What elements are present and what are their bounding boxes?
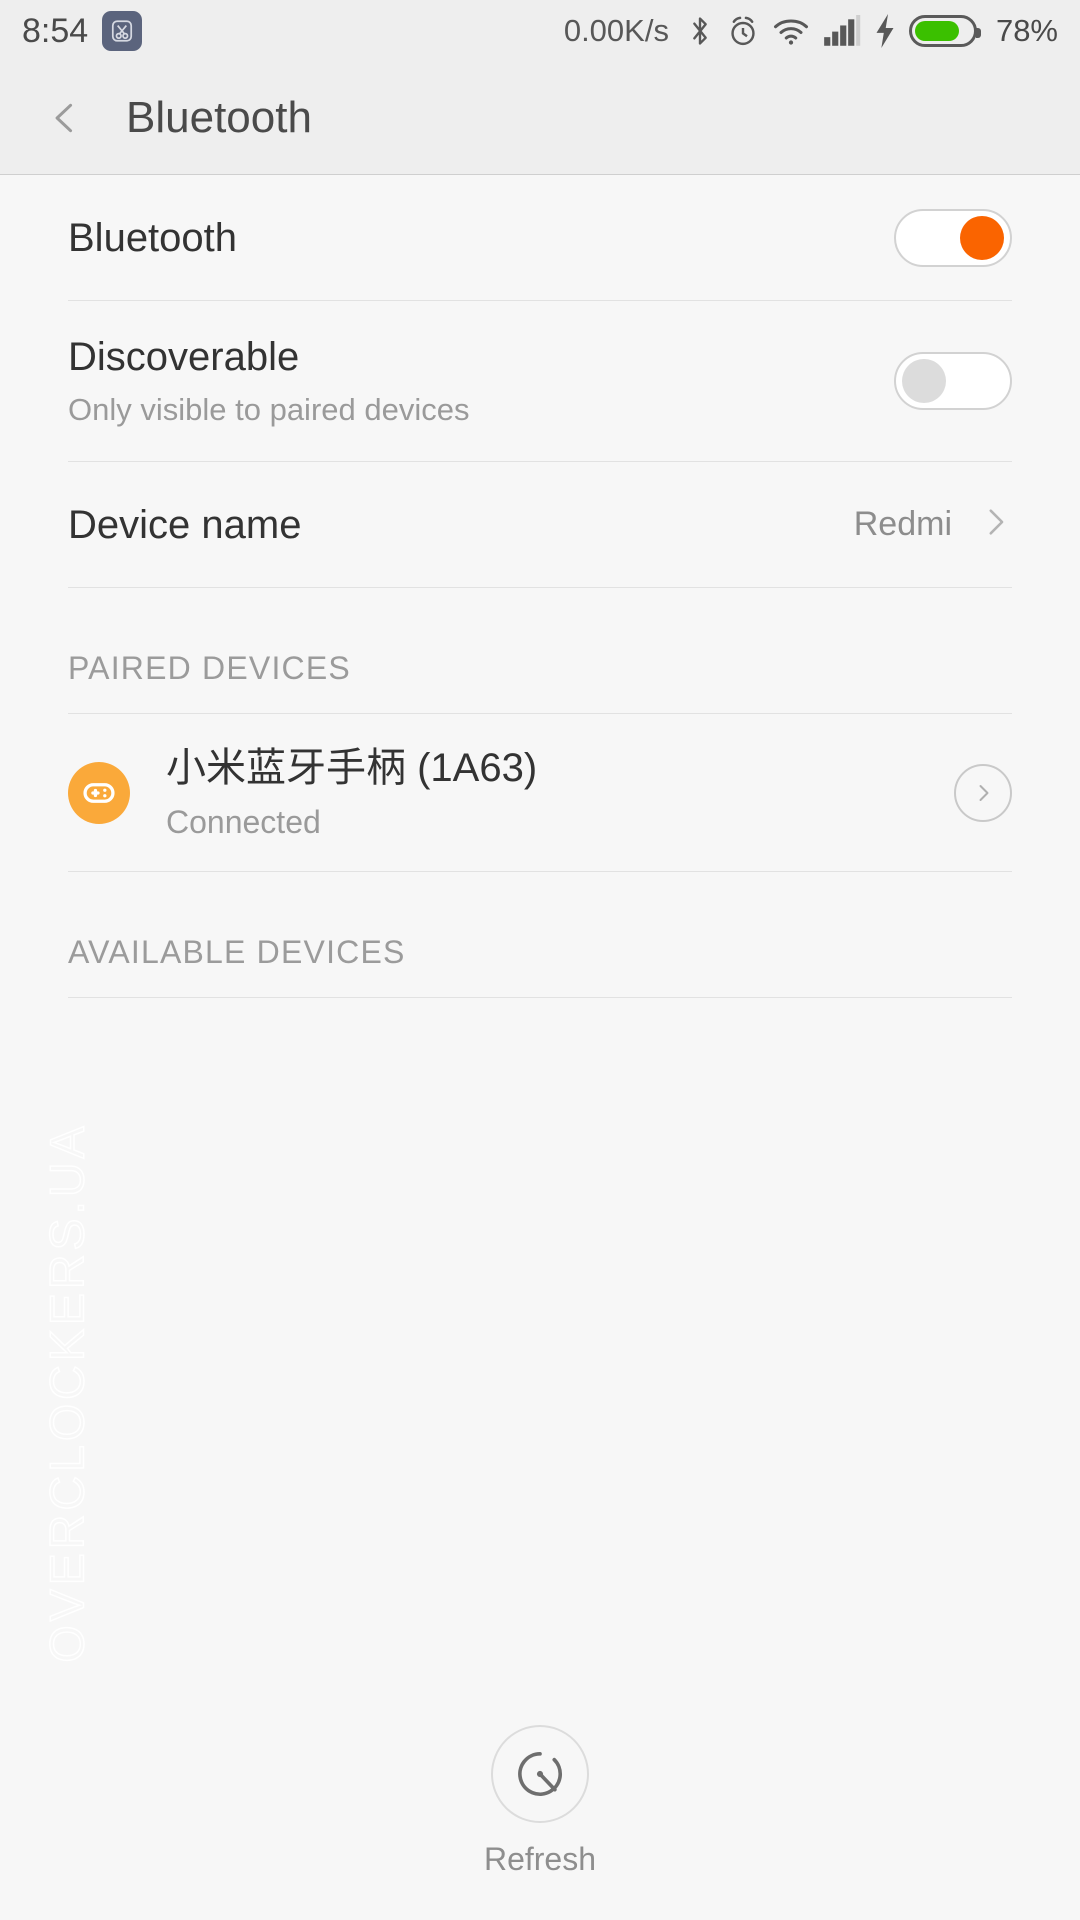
- row-device-name-texts: Device name: [68, 502, 854, 548]
- device-name-value: Redmi: [853, 505, 952, 543]
- page-title: Bluetooth: [126, 93, 312, 142]
- phone-screen: 8:54 0.00K/s 78% Bluetooth Bluetooth Dis…: [0, 0, 1080, 1920]
- status-bar-right: 0.00K/s 78%: [564, 13, 1058, 49]
- paired-device-status: Connected: [166, 804, 321, 840]
- section-paired-devices-label: PAIRED DEVICES: [68, 650, 351, 686]
- app-bar: Bluetooth: [0, 62, 1080, 175]
- row-bluetooth[interactable]: Bluetooth: [0, 175, 1080, 300]
- section-available-devices-label: AVAILABLE DEVICES: [68, 934, 406, 970]
- discoverable-toggle[interactable]: [894, 352, 1012, 410]
- row-device-name[interactable]: Device name Redmi: [0, 462, 1080, 587]
- scan-radar-icon: [491, 1725, 589, 1823]
- divider: [68, 997, 1012, 998]
- row-discoverable-texts: Discoverable Only visible to paired devi…: [68, 334, 894, 428]
- row-discoverable-title: Discoverable: [68, 335, 300, 379]
- device-settings-arrow-button[interactable]: [954, 763, 1012, 822]
- refresh-button[interactable]: Refresh: [0, 1725, 1080, 1878]
- row-discoverable-subtitle: Only visible to paired devices: [68, 392, 470, 427]
- paired-device-row[interactable]: 小米蓝牙手柄 (1A63) Connected: [0, 714, 1080, 871]
- wifi-icon: [772, 16, 810, 46]
- signal-icon: [823, 15, 861, 47]
- row-bluetooth-title: Bluetooth: [68, 215, 238, 260]
- bluetooth-toggle-knob: [960, 215, 1004, 260]
- battery-icon: [908, 15, 981, 47]
- charging-bolt-icon: [874, 14, 896, 48]
- watermark: OVERCLOCKERS.UA: [41, 1122, 96, 1664]
- scissors-icon: [102, 11, 143, 51]
- clock-time: 8:54: [22, 11, 89, 50]
- status-bar-left: 8:54: [22, 11, 143, 51]
- bluetooth-icon: [686, 14, 714, 48]
- row-bluetooth-texts: Bluetooth: [68, 215, 894, 261]
- alarm-icon: [727, 14, 759, 48]
- refresh-label: Refresh: [483, 1841, 597, 1877]
- row-device-name-title: Device name: [68, 502, 302, 547]
- paired-device-name: 小米蓝牙手柄 (1A63): [166, 746, 538, 790]
- network-speed: 0.00K/s: [563, 13, 669, 48]
- settings-content: Bluetooth Discoverable Only visible to p…: [0, 175, 1080, 1920]
- battery-fill: [914, 21, 959, 41]
- back-chevron-icon[interactable]: [46, 99, 84, 137]
- status-bar: 8:54 0.00K/s 78%: [0, 0, 1080, 62]
- chevron-right-icon: [978, 505, 1012, 544]
- row-discoverable[interactable]: Discoverable Only visible to paired devi…: [0, 301, 1080, 461]
- discoverable-toggle-knob: [902, 359, 946, 403]
- gamepad-icon: [68, 761, 130, 824]
- paired-device-texts: 小米蓝牙手柄 (1A63) Connected: [166, 744, 954, 841]
- battery-percent: 78%: [995, 13, 1058, 48]
- bluetooth-toggle[interactable]: [894, 208, 1012, 267]
